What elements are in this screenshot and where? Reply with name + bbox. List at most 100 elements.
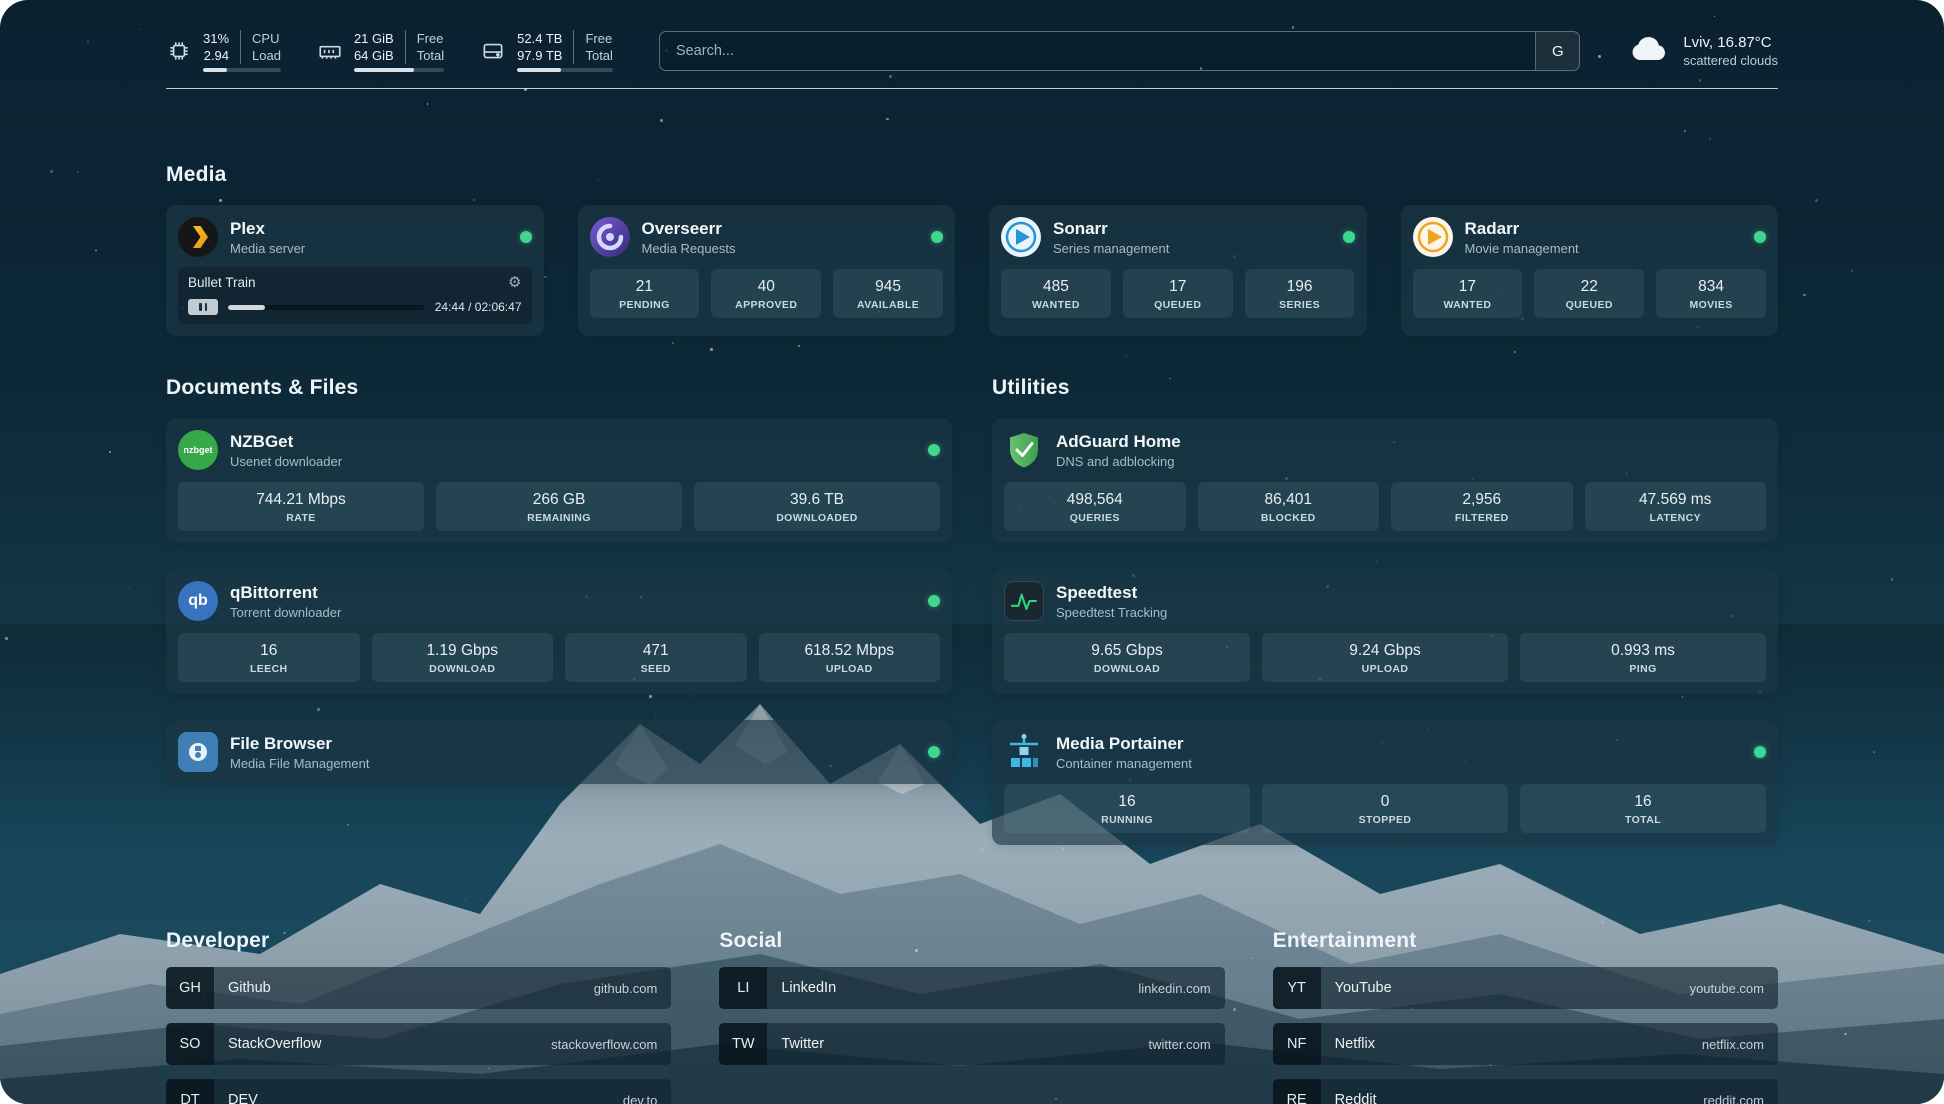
stats-row: 21 PENDING 40 APPROVED 945 AVAILABLE (590, 269, 944, 318)
section-title-documents: Documents & Files (166, 376, 952, 400)
stat-latency: 47.569 ms LATENCY (1585, 482, 1767, 531)
card-head: Media Portainer Container management (1004, 732, 1766, 772)
service-name: Sonarr (1053, 219, 1169, 239)
card-titles: Media Portainer Container management (1056, 734, 1192, 771)
stat-label: SEED (569, 663, 743, 675)
disk-icon (480, 38, 506, 64)
gear-icon[interactable]: ⚙ (508, 275, 521, 290)
card-head: Overseerr Media Requests (590, 217, 944, 257)
stat-value: 17 (1127, 278, 1229, 296)
stat-value: 16 (182, 642, 356, 660)
bookmark-url: linkedin.com (1138, 981, 1210, 996)
bookmark-abbr: SO (166, 1023, 214, 1065)
service-card-qbittorrent[interactable]: qb qBittorrent Torrent downloader 16 (166, 569, 952, 694)
bookmark-abbr: RE (1273, 1079, 1321, 1104)
cpu-load: 2.94 (203, 47, 240, 64)
stat-filtered: 2,956 FILTERED (1391, 482, 1573, 531)
stat-value: 945 (837, 278, 939, 296)
stats-row: 498,564 QUERIES 86,401 BLOCKED 2,956 FIL… (1004, 482, 1766, 531)
search-provider-button[interactable]: G (1535, 32, 1579, 70)
bookmark-linkedin[interactable]: LI LinkedIn linkedin.com (719, 967, 1224, 1009)
sonarr-icon (1001, 217, 1041, 257)
cloud-icon (1626, 32, 1670, 71)
memory-label-free: Free (405, 30, 444, 47)
service-card-filebrowser[interactable]: File Browser Media File Management (166, 720, 952, 784)
service-card-nzbget[interactable]: nzbget NZBGet Usenet downloader 744.21 M… (166, 418, 952, 543)
stat-value: 485 (1005, 278, 1107, 296)
disk-total: 97.9 TB (517, 47, 573, 64)
stat-queued: 17 QUEUED (1123, 269, 1233, 318)
plex-now-playing: Bullet Train ⚙ 24:44 / 02:06:47 (178, 267, 532, 324)
stat-downloaded: 39.6 TB DOWNLOADED (694, 482, 940, 531)
stat-label: DOWNLOADED (698, 512, 936, 524)
weather-location: Lviv, 16.87°C (1683, 34, 1778, 51)
stat-wanted: 485 WANTED (1001, 269, 1111, 318)
stat-label: WANTED (1005, 299, 1107, 311)
system-widgets: 31% CPU 2.94 Load (166, 30, 613, 72)
service-subtitle: Usenet downloader (230, 454, 342, 469)
utilities-cards: AdGuard Home DNS and adblocking 498,564 … (992, 418, 1778, 845)
bookmark-name: DEV (228, 1092, 258, 1104)
stat-label: LATENCY (1589, 512, 1763, 524)
bookmark-netflix[interactable]: NF Netflix netflix.com (1273, 1023, 1778, 1065)
bookmark-abbr: DT (166, 1079, 214, 1104)
disk-label-total: Total (573, 47, 612, 64)
service-card-sonarr[interactable]: Sonarr Series management 485 WANTED 17 Q… (989, 205, 1367, 336)
stat-value: 471 (569, 642, 743, 660)
service-subtitle: Media Requests (642, 241, 736, 256)
card-titles: Plex Media server (230, 219, 305, 256)
memory-progress-bar (354, 68, 444, 72)
memory-icon (317, 38, 343, 64)
speedtest-icon (1004, 581, 1044, 621)
stat-queries: 498,564 QUERIES (1004, 482, 1186, 531)
bookmark-url: dev.to (623, 1093, 657, 1104)
stat-label: UPLOAD (763, 663, 937, 675)
section-title-social: Social (719, 929, 1224, 953)
bookmark-dev[interactable]: DT DEV dev.to (166, 1079, 671, 1104)
disk-progress-bar (517, 68, 613, 72)
stat-ping: 0.993 ms PING (1520, 633, 1766, 682)
stat-value: 16 (1524, 793, 1762, 811)
bookmark-stackoverflow[interactable]: SO StackOverflow stackoverflow.com (166, 1023, 671, 1065)
bookmark-twitter[interactable]: TW Twitter twitter.com (719, 1023, 1224, 1065)
section-title-media: Media (166, 163, 1778, 187)
stat-leech: 16 LEECH (178, 633, 360, 682)
search-bar[interactable]: G (659, 31, 1580, 71)
service-card-adguard[interactable]: AdGuard Home DNS and adblocking 498,564 … (992, 418, 1778, 543)
stat-value: 2,956 (1395, 491, 1569, 509)
service-card-portainer[interactable]: Media Portainer Container management 16 … (992, 720, 1778, 845)
disk-free: 52.4 TB (517, 30, 573, 47)
search-input[interactable] (660, 32, 1535, 70)
playback-progress-bar[interactable] (228, 305, 425, 310)
bookmark-url: stackoverflow.com (551, 1037, 657, 1052)
service-subtitle: Media File Management (230, 756, 369, 771)
bookmark-youtube[interactable]: YT YouTube youtube.com (1273, 967, 1778, 1009)
card-titles: Speedtest Speedtest Tracking (1056, 583, 1167, 620)
stats-row: 16 LEECH 1.19 Gbps DOWNLOAD 471 SEED (178, 633, 940, 682)
stat-total: 16 TOTAL (1520, 784, 1766, 833)
stat-label: RATE (182, 512, 420, 524)
service-subtitle: Movie management (1465, 241, 1579, 256)
playback-time: 24:44 / 02:06:47 (435, 300, 522, 314)
stat-value: 16 (1008, 793, 1246, 811)
bookmark-github[interactable]: GH Github github.com (166, 967, 671, 1009)
service-card-overseerr[interactable]: Overseerr Media Requests 21 PENDING 40 A… (578, 205, 956, 336)
bookmark-name: StackOverflow (228, 1036, 321, 1052)
stat-value: 17 (1417, 278, 1519, 296)
card-head: qb qBittorrent Torrent downloader (178, 581, 940, 621)
service-card-plex[interactable]: Plex Media server Bullet Train ⚙ (166, 205, 544, 336)
bookmark-url: github.com (594, 981, 658, 996)
stat-available: 945 AVAILABLE (833, 269, 943, 318)
bookmark-reddit[interactable]: RE Reddit reddit.com (1273, 1079, 1778, 1104)
stat-label: PENDING (594, 299, 696, 311)
service-card-speedtest[interactable]: Speedtest Speedtest Tracking 9.65 Gbps D… (992, 569, 1778, 694)
stat-value: 0.993 ms (1524, 642, 1762, 660)
service-subtitle: Torrent downloader (230, 605, 341, 620)
card-titles: Radarr Movie management (1465, 219, 1579, 256)
radarr-icon (1413, 217, 1453, 257)
service-subtitle: DNS and adblocking (1056, 454, 1181, 469)
bookmark-name: Twitter (781, 1036, 824, 1052)
pause-button[interactable] (188, 299, 218, 315)
service-card-radarr[interactable]: Radarr Movie management 17 WANTED 22 QUE… (1401, 205, 1779, 336)
documents-cards: nzbget NZBGet Usenet downloader 744.21 M… (166, 418, 952, 784)
